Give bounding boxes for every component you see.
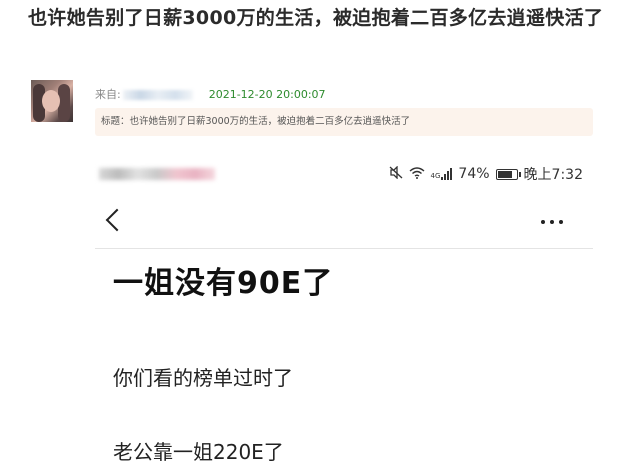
- post-meta: 来自: 2021-12-20 20:00:07: [95, 86, 326, 102]
- mute-icon: [389, 164, 403, 183]
- status-time: 晚上7:32: [523, 167, 583, 183]
- signal-icon: 4G: [431, 168, 453, 180]
- battery-percent: 74%: [458, 166, 490, 182]
- subject-box: 标题：也许她告别了日薪3000万的生活，被迫抱着二百多亿去逍遥快活了: [95, 108, 593, 136]
- subject-text: 标题：也许她告别了日薪3000万的生活，被迫抱着二百多亿去逍遥快活了: [101, 116, 411, 127]
- more-dots-icon[interactable]: [541, 220, 563, 224]
- post-title: 也许她告别了日薪3000万的生活，被迫抱着二百多亿去逍遥快活了: [28, 7, 604, 29]
- post-date: 2021-12-20 20:00:07: [208, 88, 326, 101]
- status-bar: 4G 74% 晚上7:32: [95, 160, 593, 186]
- wifi-icon: [409, 166, 425, 183]
- content-line-1: 你们看的榜单过时了: [113, 366, 293, 390]
- battery-icon: [495, 168, 521, 180]
- redacted-carrier: [99, 168, 215, 180]
- redacted-username: [122, 90, 193, 100]
- phone-screenshot: 4G 74% 晚上7:32 一姐没有90E了 你们看的榜单过时了 老公靠一姐22…: [95, 150, 593, 472]
- top-nav: [95, 200, 593, 249]
- status-indicators: 4G 74% 晚上7:32: [389, 164, 583, 184]
- forum-post-page: 也许她告别了日薪3000万的生活，被迫抱着二百多亿去逍遥快活了 来自: 2021-…: [0, 0, 629, 472]
- avatar[interactable]: [31, 80, 73, 122]
- back-chevron-icon[interactable]: [105, 208, 129, 232]
- network-type: 4G: [430, 172, 441, 180]
- battery-fill: [497, 170, 513, 178]
- from-label: 来自:: [95, 88, 121, 101]
- avatar-face: [42, 90, 60, 112]
- content-line-2: 老公靠一姐220E了: [113, 440, 284, 464]
- headline: 一姐没有90E了: [113, 266, 334, 301]
